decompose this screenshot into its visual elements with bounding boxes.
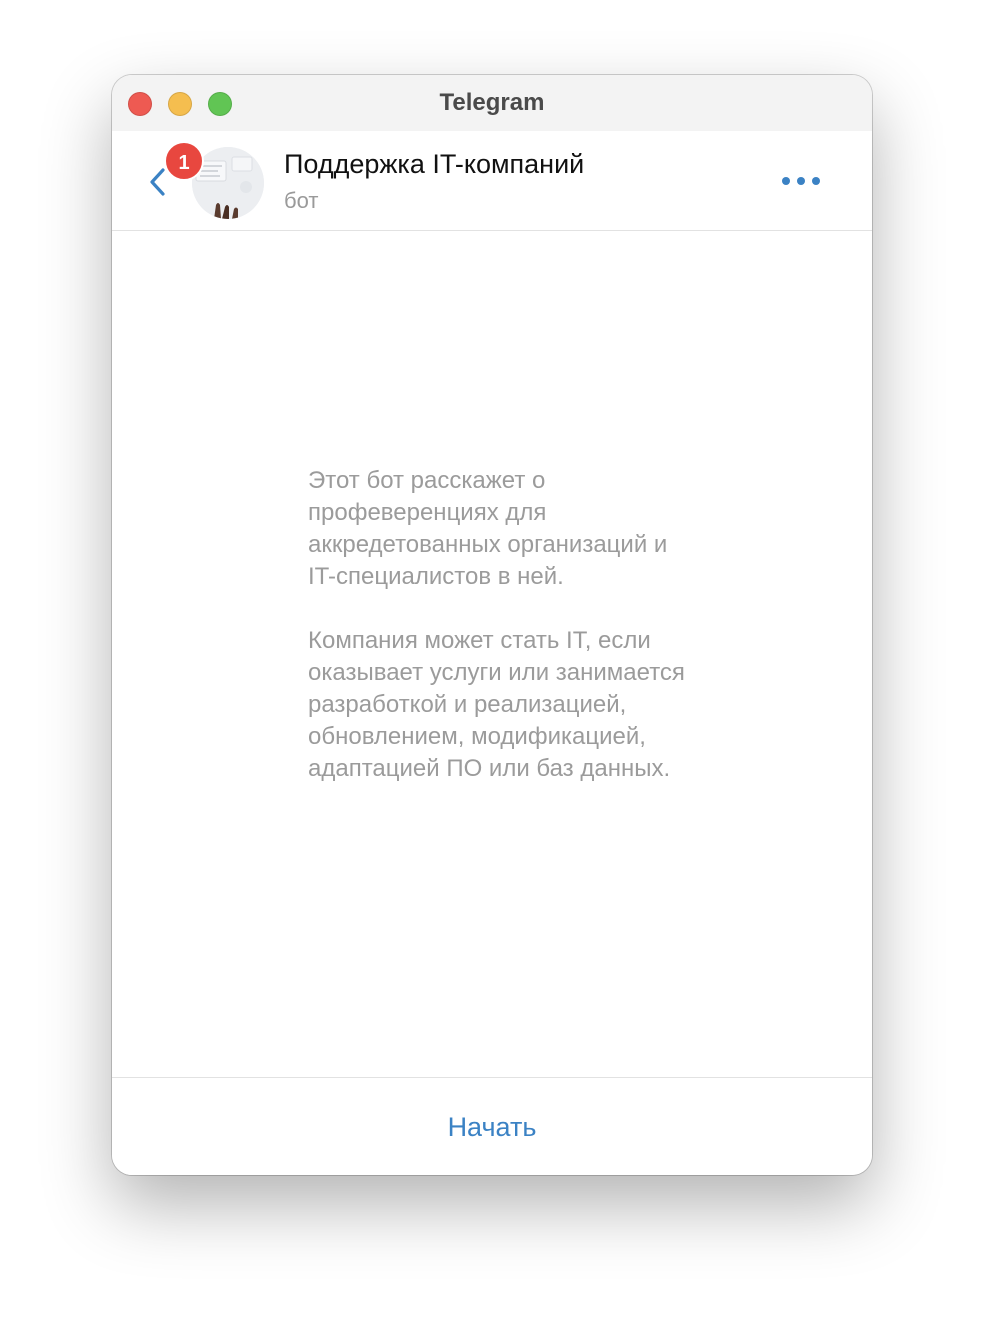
more-options-button[interactable] [780,167,824,195]
bot-description-paragraph-1: Этот бот расскажет о профеверенциях для … [308,467,668,590]
start-button[interactable]: Начать [112,1112,872,1143]
window-title: Telegram [439,89,545,116]
chat-title[interactable]: Поддержка IT-компаний [284,149,584,180]
bot-description: Этот бот расскажет о профеверенциях для … [308,465,688,817]
bottom-bar: Начать [112,1077,872,1175]
chat-status: бот [284,188,319,213]
ellipsis-icon [782,177,820,185]
unread-count-badge: 1 [164,141,204,181]
chevron-left-icon [150,168,165,196]
telegram-window: Telegram 1 Поддержка IT-компаний бот Это… [112,75,872,1175]
bot-description-paragraph-2: Компания может стать IT, если оказывает … [308,627,685,782]
title-bar: Telegram [112,75,872,131]
chat-header: 1 Поддержка IT-компаний бот [112,131,872,231]
